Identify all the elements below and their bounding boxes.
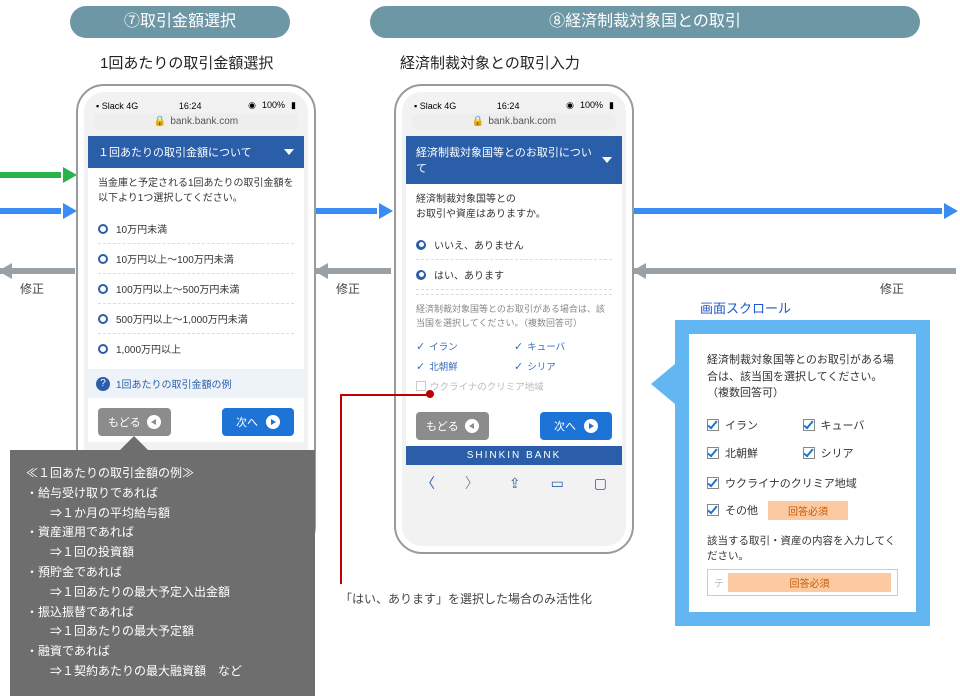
address-bar[interactable]: 🔒bank.bank.com [412, 113, 616, 130]
scroll-lead: 経済制裁対象国等とのお取引がある場合は、該当国を選択してください。（複数回答可） [707, 352, 898, 402]
example-callout: ≪１回あたりの取引金額の例≫ ・給与受け取りであれば ⇒１か月の平均給与額 ・資… [10, 450, 315, 696]
back-button-b[interactable]: もどる [416, 412, 489, 440]
callout-line: ・振込振替であれば [26, 603, 299, 623]
activation-note: 「はい、あります」を選択した場合のみ活性化 [340, 590, 592, 607]
amount-option-0[interactable]: 10万円未満 [98, 214, 294, 244]
callout-line: ・給与受け取りであれば [26, 484, 299, 504]
label-fix-b: 修正 [336, 280, 360, 297]
scroll-country-cuba[interactable]: キューバ [803, 412, 899, 438]
next-button-b[interactable]: 次へ [540, 412, 612, 440]
forward-icon[interactable]: 〉 [465, 473, 479, 493]
sanction-option-yes[interactable]: はい、あります [416, 260, 612, 290]
arrow-grey-back-c [634, 268, 956, 274]
back-button-a[interactable]: もどる [98, 408, 171, 436]
callout-sub: ⇒１契約あたりの最大融資額 など [26, 662, 299, 682]
bank-footer: SHINKIN BANK [406, 446, 622, 465]
callout-title: ≪１回あたりの取引金額の例≫ [26, 464, 299, 484]
step-badge-7: ⑦取引金額選択 [70, 6, 290, 38]
sanction-subbox: 経済制裁対象国等とのお取引がある場合は、該当国を選択してください。（複数回答可）… [416, 294, 612, 396]
red-connector-v [340, 394, 342, 584]
country-cuba[interactable]: ✓キューバ [514, 336, 612, 356]
section-header-a[interactable]: １回あたりの取引金額について [88, 136, 304, 168]
scroll-country-other[interactable]: その他 回答必須 [707, 496, 898, 525]
red-connector-dot [426, 390, 434, 398]
amount-option-2[interactable]: 100万円以上～500万円未満 [98, 274, 294, 304]
safari-toolbar: 〈 〉 ⇪ ▭ ▢ [406, 465, 622, 497]
content-b: 経済制裁対象国等とのお取引や資産はありますか。 いいえ、ありません はい、ありま… [406, 184, 622, 402]
step-badge-8: ⑧経済制裁対象国との取引 [370, 6, 920, 38]
arrow-blue-out [634, 208, 956, 214]
status-bar: ▪ Slack 4G 16:24 ◉100%▮ [406, 96, 622, 113]
scroll-country-iran[interactable]: イラン [707, 412, 803, 438]
arrow-grey-back-b [316, 268, 391, 274]
help-icon: ? [96, 377, 110, 391]
callout-line: ・融資であれば [26, 642, 299, 662]
country-crimea[interactable]: ウクライナのクリミア地域 [416, 376, 612, 396]
label-fix-c: 修正 [880, 280, 904, 297]
scroll-label: 画面スクロール [700, 298, 791, 317]
required-tag: 回答必須 [768, 501, 848, 520]
content-a: 当金庫と予定される1回あたりの取引金額を以下より1つ選択してください。 10万円… [88, 168, 304, 369]
lock-icon: 🔒 [472, 116, 484, 127]
share-icon[interactable]: ⇪ [509, 475, 521, 492]
callout-line: ・預貯金であれば [26, 563, 299, 583]
chevron-down-icon [284, 149, 294, 155]
chevron-right-icon [266, 415, 280, 429]
back-icon[interactable]: 〈 [421, 473, 435, 493]
amount-option-1[interactable]: 10万円以上～100万円未満 [98, 244, 294, 274]
scroll-callout: 経済制裁対象国等とのお取引がある場合は、該当国を選択してください。（複数回答可）… [675, 320, 930, 626]
required-input[interactable]: テ 回答必須 [707, 569, 898, 596]
chevron-down-icon [602, 157, 612, 163]
help-band-a[interactable]: ?1回あたりの取引金額の例 [88, 369, 304, 398]
section-header-b[interactable]: 経済制裁対象国等とのお取引について [406, 136, 622, 184]
arrow-green-in [0, 172, 75, 178]
status-bar: ▪ Slack 4G 16:24 ◉100%▮ [88, 96, 304, 113]
next-button-a[interactable]: 次へ [222, 408, 294, 436]
address-bar[interactable]: 🔒bank.bank.com [94, 113, 298, 130]
country-iran[interactable]: ✓イラン [416, 336, 514, 356]
sanction-option-no[interactable]: いいえ、ありません [416, 230, 612, 260]
callout-sub: ⇒１回の投資額 [26, 543, 299, 563]
country-syria[interactable]: ✓シリア [514, 356, 612, 376]
tabs-icon[interactable]: ▢ [594, 475, 607, 492]
red-connector-h [340, 394, 430, 396]
scroll-country-nk[interactable]: 北朝鮮 [707, 440, 803, 466]
lead-a: 当金庫と予定される1回あたりの取引金額を以下より1つ選択してください。 [98, 176, 294, 206]
callout-sub: ⇒１回あたりの最大予定入出金額 [26, 583, 299, 603]
lock-icon: 🔒 [154, 116, 166, 127]
arrow-grey-back-a [0, 268, 75, 274]
callout-line: ・資産運用であれば [26, 523, 299, 543]
country-nk[interactable]: ✓北朝鮮 [416, 356, 514, 376]
arrow-blue-a-to-b [316, 208, 391, 214]
lead-b: 経済制裁対象国等とのお取引や資産はありますか。 [416, 192, 612, 222]
scroll-country-crimea[interactable]: ウクライナのクリミア地域 [707, 470, 898, 496]
scroll-country-syria[interactable]: シリア [803, 440, 899, 466]
arrow-blue-in-a [0, 208, 75, 214]
subtitle-8: 経済制裁対象との取引入力 [400, 52, 580, 73]
callout-sub: ⇒１か月の平均給与額 [26, 504, 299, 524]
bookmarks-icon[interactable]: ▭ [551, 475, 564, 492]
scroll-foot: 該当する取引・資産の内容を入力してください。 [707, 533, 898, 563]
subtitle-7: 1回あたりの取引金額選択 [100, 52, 273, 73]
phone-mock-b: ▪ Slack 4G 16:24 ◉100%▮ 🔒bank.bank.com 経… [394, 84, 634, 554]
amount-option-3[interactable]: 500万円以上～1,000万円未満 [98, 304, 294, 334]
amount-option-4[interactable]: 1,000万円以上 [98, 334, 294, 363]
callout-sub: ⇒１回あたりの最大予定額 [26, 622, 299, 642]
chevron-left-icon [147, 415, 161, 429]
chevron-left-icon [465, 419, 479, 433]
chevron-right-icon [584, 419, 598, 433]
sub-lead: 経済制裁対象国等とのお取引がある場合は、該当国を選択してください。（複数回答可） [416, 303, 612, 330]
label-fix-a: 修正 [20, 280, 44, 297]
